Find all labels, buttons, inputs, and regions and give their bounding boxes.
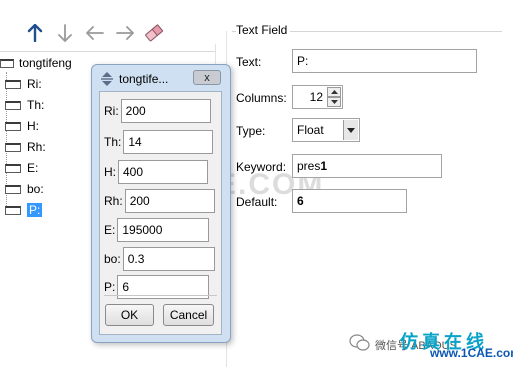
- type-value: Float: [297, 123, 324, 137]
- default-label: Default:: [236, 195, 278, 209]
- dialog-field-th: Th: 14: [104, 129, 214, 155]
- tree-item-rh[interactable]: Rh:: [5, 138, 46, 156]
- columns-spinner[interactable]: 12: [292, 85, 343, 109]
- tree-root[interactable]: tongtifeng: [0, 54, 72, 72]
- eraser-icon: [145, 24, 164, 42]
- field-input[interactable]: 0.3: [122, 247, 215, 271]
- text-field-node-icon: [5, 205, 21, 215]
- field-label: H:: [104, 165, 116, 179]
- chevron-down-icon: [347, 127, 355, 133]
- type-select[interactable]: Float: [292, 118, 360, 142]
- dialog-divider: [104, 295, 217, 296]
- field-label: Ri:: [104, 104, 119, 118]
- move-left-button[interactable]: [84, 20, 106, 46]
- clear-button[interactable]: [143, 20, 165, 46]
- dialog-field-e: E: 195000: [104, 217, 210, 243]
- tree-item-e[interactable]: E:: [5, 159, 38, 177]
- tree-item-ri[interactable]: Ri:: [5, 75, 42, 93]
- move-up-button[interactable]: [24, 20, 46, 46]
- field-label: Rh:: [104, 194, 123, 208]
- dialog-field-p: P: 6: [104, 274, 210, 300]
- tree-item-h[interactable]: H:: [5, 117, 39, 135]
- columns-label: Columns:: [236, 91, 287, 105]
- spin-down-button[interactable]: [327, 97, 341, 107]
- field-input[interactable]: 195000: [117, 218, 210, 242]
- columns-value: 12: [309, 90, 323, 104]
- cancel-button[interactable]: Cancel: [163, 304, 214, 326]
- type-dropdown-button[interactable]: [343, 120, 358, 140]
- tree-root-label: tongtifeng: [19, 56, 72, 70]
- move-down-button[interactable]: [54, 20, 76, 46]
- tree-item-label: H:: [27, 119, 39, 133]
- dialog-title: tongtife...: [119, 72, 169, 86]
- dialog-titlebar[interactable]: tongtife...: [100, 71, 168, 87]
- tree-item-label-selected: P:: [27, 203, 43, 217]
- spin-up-button[interactable]: [327, 87, 341, 97]
- field-label: bo:: [104, 252, 121, 266]
- tree-item-label: Th:: [27, 98, 45, 112]
- field-input[interactable]: 14: [123, 130, 214, 154]
- field-label: Th:: [104, 135, 122, 149]
- close-icon: x: [204, 71, 210, 84]
- keyword-value-suffix: 1: [320, 159, 328, 173]
- triangle-up-icon: [330, 90, 338, 94]
- move-right-button[interactable]: [114, 20, 136, 46]
- arrow-left-icon: [86, 26, 104, 40]
- tree-top-divider: [0, 51, 215, 52]
- field-input[interactable]: 200: [124, 189, 215, 213]
- text-input[interactable]: P:: [292, 49, 477, 73]
- dialog-field-ri: Ri: 200: [104, 98, 211, 124]
- tree-item-label: bo:: [27, 182, 44, 196]
- tree-item-th[interactable]: Th:: [5, 96, 44, 114]
- field-label: E:: [104, 223, 116, 237]
- dialog-node-icon: [0, 58, 14, 68]
- dialog-field-h: H: 400: [104, 159, 208, 185]
- dialog-field-bo: bo: 0.3: [104, 246, 215, 272]
- brand-url: www.1CAE.com: [430, 346, 513, 360]
- keyword-value-prefix: pres: [297, 159, 321, 173]
- field-input[interactable]: 400: [118, 160, 208, 184]
- tree-item-label: Ri:: [27, 77, 42, 91]
- close-button[interactable]: x: [193, 70, 221, 85]
- triangle-down-icon: [330, 100, 338, 104]
- text-field-node-icon: [5, 121, 21, 131]
- text-field-node-icon: [5, 184, 21, 194]
- dialog-field-rh: Rh: 200: [104, 188, 215, 214]
- arrow-up-icon: [27, 24, 43, 42]
- text-label: Text:: [236, 55, 262, 69]
- text-field-node-icon: [5, 100, 21, 110]
- tree-item-bo[interactable]: bo:: [5, 180, 44, 198]
- text-field-node-icon: [5, 142, 21, 152]
- text-field-node-icon: [5, 163, 21, 173]
- dialog-app-icon: [101, 72, 113, 86]
- keyword-label: Keyword:: [236, 160, 287, 174]
- dialog-body: Ri: 200 Th: 14 H: 400 Rh: 200 E: 195000 …: [99, 91, 222, 335]
- arrow-down-icon: [58, 24, 72, 42]
- ok-button[interactable]: OK: [105, 304, 154, 326]
- field-input[interactable]: 200: [120, 99, 211, 123]
- group-title: Text Field: [236, 23, 291, 37]
- type-label: Type:: [236, 124, 266, 138]
- arrow-right-icon: [116, 26, 134, 40]
- keyword-input[interactable]: pres 1: [292, 154, 442, 178]
- default-input[interactable]: 6: [292, 189, 407, 213]
- preview-dialog[interactable]: tongtife... x Ri: 200 Th: 14 H: 400 Rh: …: [91, 64, 231, 343]
- tree-item-p[interactable]: P:: [5, 201, 43, 219]
- wechat-icon: [349, 334, 370, 351]
- tree-item-label: Rh:: [27, 140, 46, 154]
- tree-item-label: E:: [27, 161, 39, 175]
- field-label: P:: [104, 280, 116, 294]
- text-field-node-icon: [5, 79, 21, 89]
